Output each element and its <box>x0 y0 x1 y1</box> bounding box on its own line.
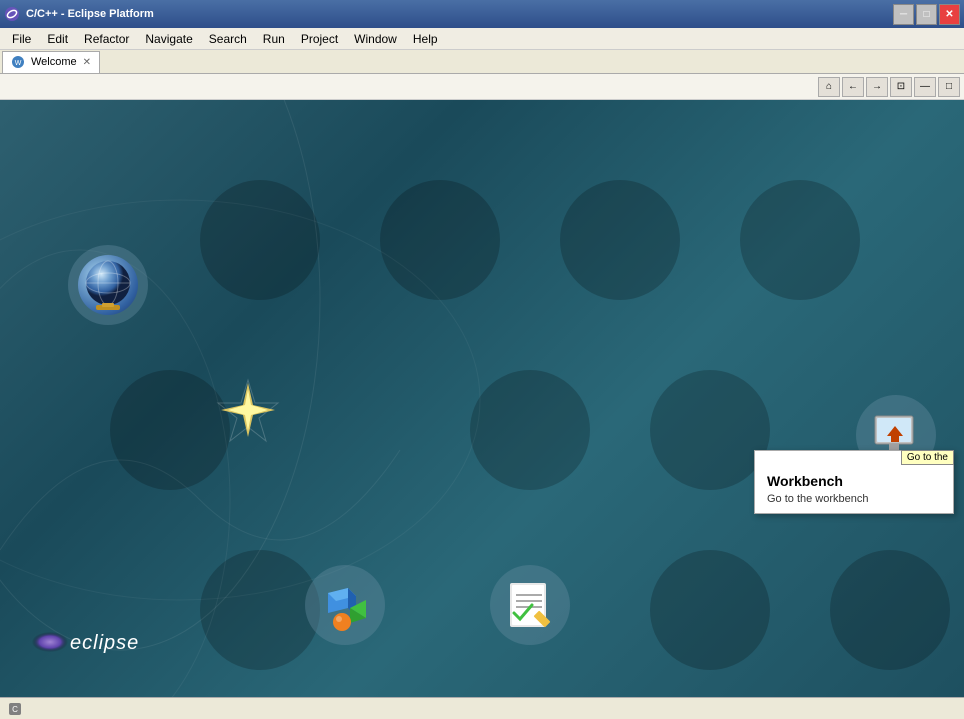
minimize-button[interactable]: ─ <box>893 4 914 25</box>
deco-circle <box>830 550 950 670</box>
tab-close-button[interactable]: ✕ <box>83 57 91 68</box>
app-icon <box>4 6 20 22</box>
tutorials-icon-button[interactable] <box>490 565 570 645</box>
deco-circle <box>560 180 680 300</box>
blocks-icon <box>318 578 373 633</box>
deco-circle <box>470 370 590 490</box>
maximize-button[interactable]: □ <box>916 4 937 25</box>
eclipse-logo: eclipse <box>30 627 150 657</box>
new-project-icon-button[interactable] <box>305 565 385 645</box>
menu-project[interactable]: Project <box>293 30 346 48</box>
menu-navigate[interactable]: Navigate <box>137 30 200 48</box>
window-title: C/C++ - Eclipse Platform <box>26 8 154 20</box>
status-bar: C <box>0 697 964 719</box>
whats-new-icon-button[interactable] <box>208 370 288 450</box>
tooltip-tab: Go to the <box>901 450 954 465</box>
deco-circle <box>110 370 230 490</box>
deco-circle <box>380 180 500 300</box>
window-controls: ─ □ ✕ <box>893 4 960 25</box>
deco-circle <box>650 370 770 490</box>
deco-circle <box>200 550 320 670</box>
menu-refactor[interactable]: Refactor <box>76 30 137 48</box>
welcome-tab-icon: W <box>11 55 25 69</box>
title-bar: C/C++ - Eclipse Platform ─ □ ✕ <box>0 0 964 28</box>
menu-search[interactable]: Search <box>201 30 255 48</box>
menu-file[interactable]: File <box>4 30 39 48</box>
svg-text:eclipse: eclipse <box>70 632 139 654</box>
globe-icon <box>78 255 138 315</box>
eclipse-logo-svg: eclipse <box>30 627 150 657</box>
tab-bar: W Welcome ✕ <box>0 50 964 74</box>
deco-circle <box>650 550 770 670</box>
deco-circle <box>740 180 860 300</box>
title-text: C/C++ - Eclipse Platform <box>4 6 154 22</box>
menu-help[interactable]: Help <box>405 30 446 48</box>
menu-bar: File Edit Refactor Navigate Search Run P… <box>0 28 964 50</box>
nav-toolbar: ⌂ ← → ⊡ — □ <box>0 74 964 100</box>
home-button[interactable]: ⌂ <box>818 77 840 97</box>
back-button[interactable]: ← <box>842 77 864 97</box>
print-button[interactable]: ⊡ <box>890 77 912 97</box>
minimize-view-button[interactable]: — <box>914 77 936 97</box>
forward-button[interactable]: → <box>866 77 888 97</box>
maximize-view-button[interactable]: □ <box>938 77 960 97</box>
tooltip-title: Workbench <box>767 473 941 489</box>
tooltip-description: Go to the workbench <box>767 493 941 505</box>
workbench-tooltip: Go to the Workbench Go to the workbench <box>754 450 954 514</box>
menu-window[interactable]: Window <box>346 30 405 48</box>
svg-text:W: W <box>15 60 22 67</box>
tab-welcome[interactable]: W Welcome ✕ <box>2 51 100 73</box>
deco-circle <box>200 180 320 300</box>
checklist-icon <box>504 579 556 631</box>
status-left: C <box>8 702 22 716</box>
welcome-area: Go to the Workbench Go to the workbench … <box>0 100 964 697</box>
overview-icon-button[interactable] <box>68 245 148 325</box>
menu-run[interactable]: Run <box>255 30 293 48</box>
star-icon <box>213 375 283 445</box>
status-icon: C <box>8 702 22 716</box>
menu-edit[interactable]: Edit <box>39 30 76 48</box>
close-button[interactable]: ✕ <box>939 4 960 25</box>
tab-label: Welcome <box>31 56 77 68</box>
svg-text:C: C <box>12 705 18 714</box>
